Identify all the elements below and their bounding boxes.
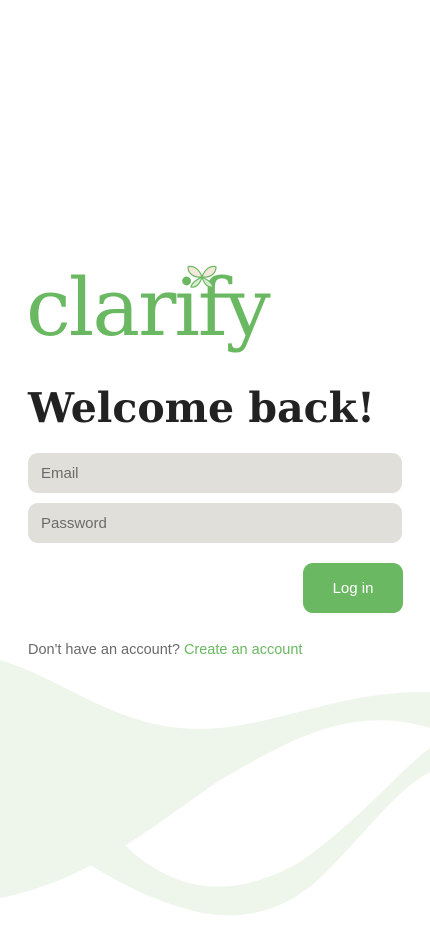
brand-logo: clarify — [26, 258, 316, 368]
login-button[interactable]: Log in — [303, 563, 403, 613]
password-field[interactable] — [28, 503, 402, 543]
create-account-link[interactable]: Create an account — [184, 642, 303, 658]
page-title: Welcome back! — [28, 384, 376, 432]
signup-row: Don't have an account? Create an account — [28, 642, 302, 658]
signup-prompt: Don't have an account? — [28, 642, 180, 658]
login-screen: clarify Welcome back! Log in Don't have … — [0, 0, 430, 932]
email-field[interactable] — [28, 453, 402, 493]
brand-wordmark: clarify — [26, 261, 271, 354]
butterfly-leaf-icon — [187, 265, 217, 288]
